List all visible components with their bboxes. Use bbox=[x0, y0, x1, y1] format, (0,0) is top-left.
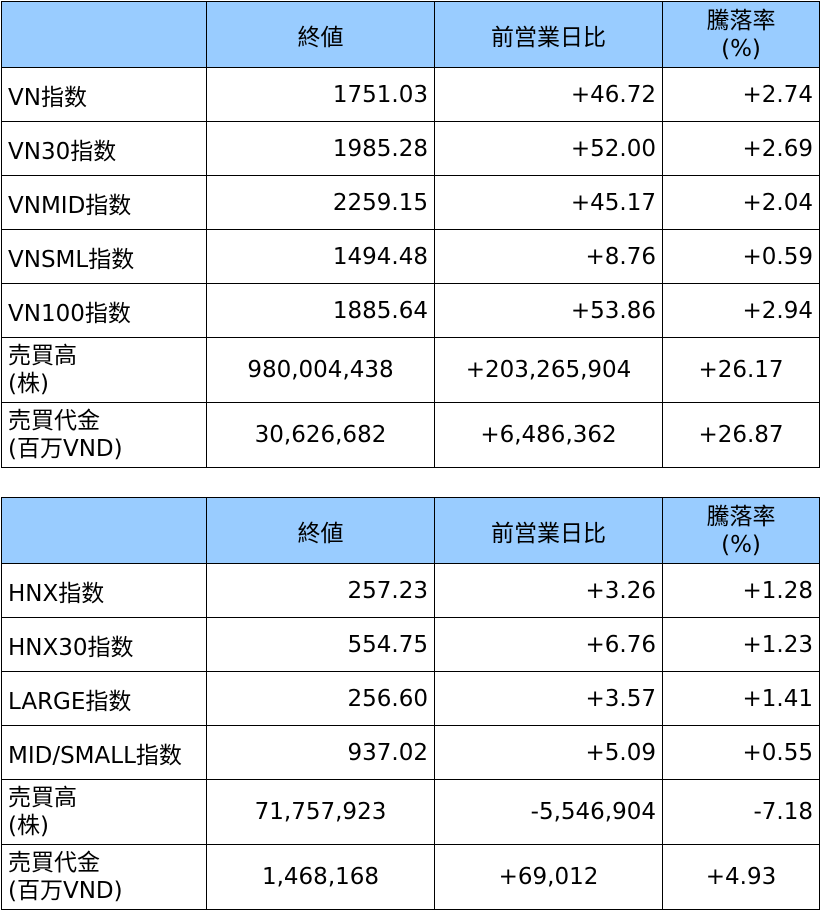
volume-label: 売買高 (株) bbox=[1, 779, 207, 845]
change-value: +6.76 bbox=[434, 617, 663, 672]
pct-value: +2.94 bbox=[662, 283, 820, 338]
pct-value: +2.69 bbox=[662, 121, 820, 176]
header-pct-line1: 騰落率 bbox=[706, 503, 776, 530]
close-value: 257.23 bbox=[206, 563, 435, 618]
pct-value: +2.04 bbox=[662, 175, 820, 230]
value-label: 売買代金 (百万VND) bbox=[1, 844, 207, 910]
pct-value: +1.28 bbox=[662, 563, 820, 618]
volume-close: 980,004,438 bbox=[206, 337, 435, 403]
change-value: +46.72 bbox=[434, 67, 663, 122]
table-header-row: 終値 前営業日比 騰落率 (%) bbox=[1, 1, 820, 68]
header-pct: 騰落率 (%) bbox=[662, 1, 820, 68]
index-name: MID/SMALL指数 bbox=[1, 725, 207, 780]
close-value: 1494.48 bbox=[206, 229, 435, 284]
pct-value: +1.41 bbox=[662, 671, 820, 726]
header-pct-line2: (%) bbox=[721, 35, 761, 62]
index-name: VN100指数 bbox=[1, 283, 207, 338]
volume-change: -5,546,904 bbox=[434, 779, 663, 845]
change-value: +8.76 bbox=[434, 229, 663, 284]
value-label: 売買代金 (百万VND) bbox=[1, 402, 207, 468]
index-name: LARGE指数 bbox=[1, 671, 207, 726]
table-row: VNSML指数 1494.48 +8.76 +0.59 bbox=[1, 229, 820, 284]
volume-row: 売買高 (株) 980,004,438 +203,265,904 +26.17 bbox=[1, 337, 820, 403]
pct-value: +1.23 bbox=[662, 617, 820, 672]
value-close: 1,468,168 bbox=[206, 844, 435, 910]
volume-label-line1: 売買高 bbox=[8, 785, 77, 811]
close-value: 1751.03 bbox=[206, 67, 435, 122]
volume-pct: -7.18 bbox=[662, 779, 820, 845]
change-value: +3.26 bbox=[434, 563, 663, 618]
volume-pct: +26.17 bbox=[662, 337, 820, 403]
hnx-index-table: 終値 前営業日比 騰落率 (%) HNX指数 257.23 +3.26 +1.2… bbox=[1, 497, 820, 910]
close-value: 2259.15 bbox=[206, 175, 435, 230]
pct-value: +2.74 bbox=[662, 67, 820, 122]
hose-index-table: 終値 前営業日比 騰落率 (%) VN指数 1751.03 +46.72 +2.… bbox=[1, 1, 820, 468]
index-name: VN指数 bbox=[1, 67, 207, 122]
volume-change: +203,265,904 bbox=[434, 337, 663, 403]
table-header-row: 終値 前営業日比 騰落率 (%) bbox=[1, 497, 820, 564]
value-label-line2: (百万VND) bbox=[8, 878, 123, 904]
change-value: +45.17 bbox=[434, 175, 663, 230]
table-row: VNMID指数 2259.15 +45.17 +2.04 bbox=[1, 175, 820, 230]
table-row: HNX指数 257.23 +3.26 +1.28 bbox=[1, 563, 820, 618]
table-row: VN30指数 1985.28 +52.00 +2.69 bbox=[1, 121, 820, 176]
index-name: HNX指数 bbox=[1, 563, 207, 618]
change-value: +5.09 bbox=[434, 725, 663, 780]
table-row: LARGE指数 256.60 +3.57 +1.41 bbox=[1, 671, 820, 726]
header-pct-line1: 騰落率 bbox=[706, 7, 776, 34]
header-close: 終値 bbox=[206, 1, 435, 68]
volume-label: 売買高 (株) bbox=[1, 337, 207, 403]
close-value: 256.60 bbox=[206, 671, 435, 726]
value-label-line1: 売買代金 bbox=[8, 850, 100, 876]
value-close: 30,626,682 bbox=[206, 402, 435, 468]
value-change: +6,486,362 bbox=[434, 402, 663, 468]
close-value: 1985.28 bbox=[206, 121, 435, 176]
index-name: VNMID指数 bbox=[1, 175, 207, 230]
close-value: 1885.64 bbox=[206, 283, 435, 338]
volume-close: 71,757,923 bbox=[206, 779, 435, 845]
close-value: 937.02 bbox=[206, 725, 435, 780]
header-pct: 騰落率 (%) bbox=[662, 497, 820, 564]
table-row: VN100指数 1885.64 +53.86 +2.94 bbox=[1, 283, 820, 338]
index-name: HNX30指数 bbox=[1, 617, 207, 672]
header-blank bbox=[1, 497, 207, 564]
value-pct: +26.87 bbox=[662, 402, 820, 468]
pct-value: +0.55 bbox=[662, 725, 820, 780]
table-row: HNX30指数 554.75 +6.76 +1.23 bbox=[1, 617, 820, 672]
value-row: 売買代金 (百万VND) 30,626,682 +6,486,362 +26.8… bbox=[1, 402, 820, 468]
volume-row: 売買高 (株) 71,757,923 -5,546,904 -7.18 bbox=[1, 779, 820, 845]
header-blank bbox=[1, 1, 207, 68]
pct-value: +0.59 bbox=[662, 229, 820, 284]
header-change: 前営業日比 bbox=[434, 1, 663, 68]
header-change: 前営業日比 bbox=[434, 497, 663, 564]
value-pct: +4.93 bbox=[662, 844, 820, 910]
index-name: VNSML指数 bbox=[1, 229, 207, 284]
value-row: 売買代金 (百万VND) 1,468,168 +69,012 +4.93 bbox=[1, 844, 820, 910]
table-row: VN指数 1751.03 +46.72 +2.74 bbox=[1, 67, 820, 122]
value-label-line2: (百万VND) bbox=[8, 436, 123, 462]
change-value: +3.57 bbox=[434, 671, 663, 726]
value-label-line1: 売買代金 bbox=[8, 408, 100, 434]
volume-label-line2: (株) bbox=[8, 813, 49, 839]
header-pct-line2: (%) bbox=[721, 531, 761, 558]
table-row: MID/SMALL指数 937.02 +5.09 +0.55 bbox=[1, 725, 820, 780]
change-value: +52.00 bbox=[434, 121, 663, 176]
value-change: +69,012 bbox=[434, 844, 663, 910]
change-value: +53.86 bbox=[434, 283, 663, 338]
volume-label-line2: (株) bbox=[8, 371, 49, 397]
close-value: 554.75 bbox=[206, 617, 435, 672]
volume-label-line1: 売買高 bbox=[8, 343, 77, 369]
index-name: VN30指数 bbox=[1, 121, 207, 176]
header-close: 終値 bbox=[206, 497, 435, 564]
